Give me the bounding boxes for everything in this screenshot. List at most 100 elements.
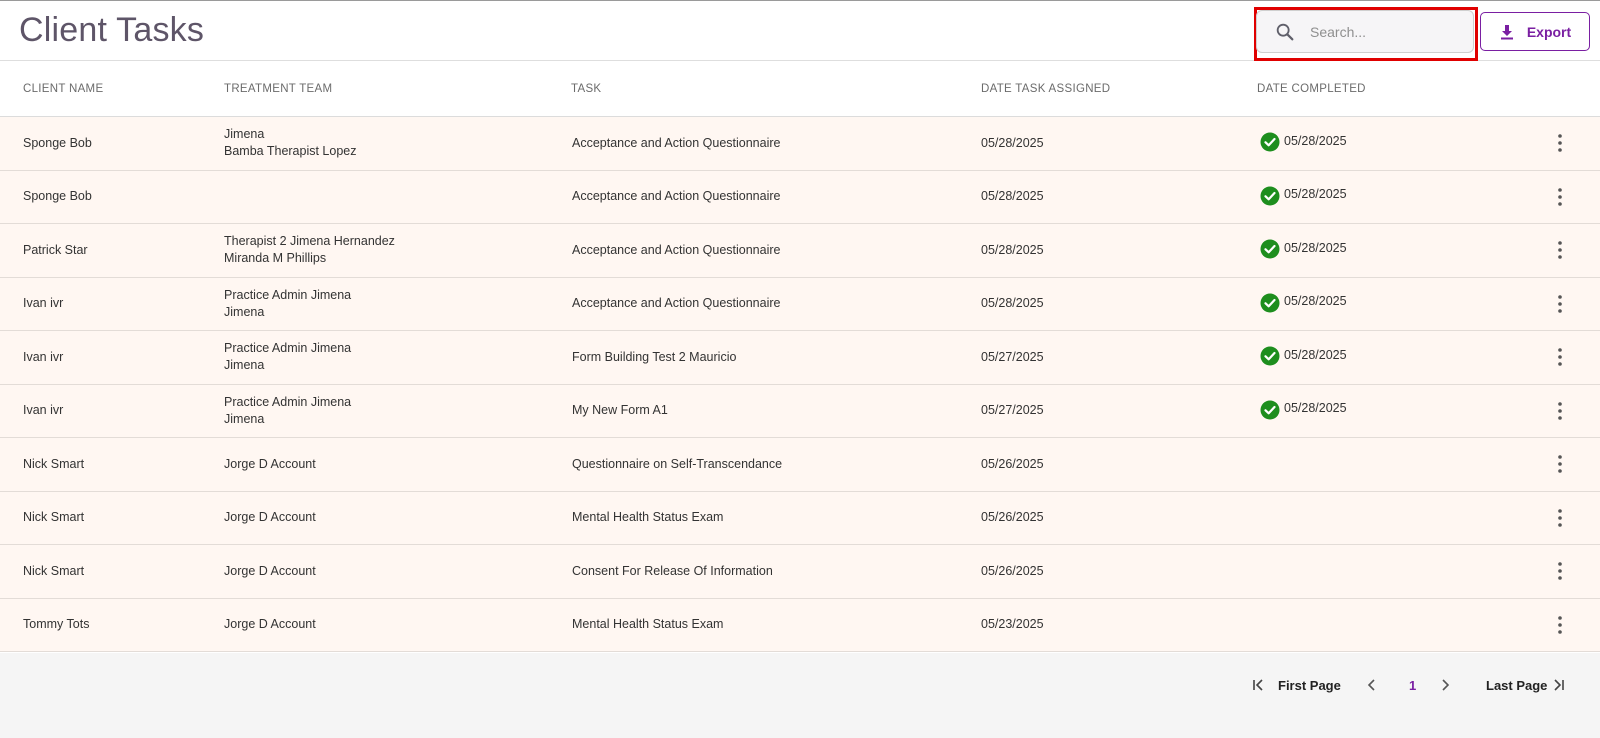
task-name[interactable]: Form Building Test 2 Mauricio	[572, 349, 736, 366]
download-icon	[1500, 24, 1513, 39]
column-header-client-name[interactable]: CLIENT NAME	[23, 83, 103, 95]
team-member: Bamba Therapist Lopez	[224, 144, 357, 159]
table-row[interactable]: Ivan ivr Practice Admin Jimena Jimena My …	[0, 384, 1600, 438]
more-vertical-icon	[1558, 294, 1562, 313]
task-name[interactable]: Mental Health Status Exam	[572, 616, 723, 633]
more-vertical-icon	[1558, 348, 1562, 367]
date-completed-cell: 05/28/2025	[1260, 117, 1347, 170]
date-assigned: 05/28/2025	[981, 135, 1044, 150]
task-name[interactable]: Acceptance and Action Questionnaire	[572, 295, 780, 312]
task-cell: Form Building Test 2 Mauricio	[572, 331, 736, 384]
table-row[interactable]: Sponge Bob Jimena Bamba Therapist Lopez A…	[0, 117, 1600, 171]
more-vertical-icon	[1558, 134, 1562, 153]
team-member: Jorge D Account	[224, 456, 316, 471]
treatment-team-cell: Jorge D Account	[224, 492, 316, 545]
date-assigned: 05/27/2025	[981, 349, 1044, 364]
task-name[interactable]: Acceptance and Action Questionnaire	[572, 188, 780, 205]
client-name[interactable]: Sponge Bob	[23, 188, 92, 205]
date-assigned-cell: 05/26/2025	[981, 545, 1044, 598]
client-name-cell: Nick Smart	[23, 438, 84, 491]
client-name[interactable]: Nick Smart	[23, 456, 84, 473]
team-member: Miranda M Phillips	[224, 251, 327, 266]
table-header: CLIENT NAME TREATMENT TEAM TASK DATE TAS…	[0, 62, 1600, 117]
more-vertical-icon	[1558, 401, 1562, 420]
column-header-date-completed[interactable]: DATE COMPLETED	[1257, 83, 1366, 95]
table-row[interactable]: Nick Smart Jorge D Account Mental Health…	[0, 491, 1600, 545]
table-row[interactable]: Sponge Bob Acceptance and Action Questio…	[0, 170, 1600, 224]
chevron-right-icon	[1442, 679, 1450, 691]
table-row[interactable]: Ivan ivr Practice Admin Jimena Jimena For…	[0, 331, 1600, 385]
task-name[interactable]: Consent For Release Of Information	[572, 563, 773, 580]
row-actions-button[interactable]	[1548, 385, 1572, 438]
client-name-cell: Nick Smart	[23, 545, 84, 598]
treatment-team-cell: Jorge D Account	[224, 438, 316, 491]
row-actions-button[interactable]	[1548, 331, 1572, 384]
column-header-date-assigned[interactable]: DATE TASK ASSIGNED	[981, 83, 1110, 95]
team-member: Jimena	[224, 304, 265, 319]
client-name[interactable]: Patrick Star	[23, 242, 88, 259]
search-icon	[1276, 23, 1294, 40]
date-completed: 05/28/2025	[1284, 240, 1347, 255]
date-assigned: 05/26/2025	[981, 563, 1044, 578]
task-cell: Mental Health Status Exam	[572, 599, 723, 652]
client-tasks-table: CLIENT NAME TREATMENT TEAM TASK DATE TAS…	[0, 62, 1600, 652]
client-name[interactable]: Nick Smart	[23, 563, 84, 580]
team-member: Practice Admin Jimena	[224, 341, 352, 356]
task-cell: Acceptance and Action Questionnaire	[572, 117, 780, 170]
first-page-button[interactable]: First Page	[1252, 673, 1341, 697]
table-row[interactable]: Patrick Star Therapist 2 Jimena Hernande…	[0, 224, 1600, 278]
client-name[interactable]: Ivan ivr	[23, 349, 63, 366]
table-row[interactable]: Nick Smart Jorge D Account Consent For R…	[0, 545, 1600, 599]
row-actions-button[interactable]	[1548, 171, 1572, 224]
pagination-footer: First Page 1 Last Page	[0, 653, 1600, 738]
next-page-button[interactable]	[1438, 673, 1452, 697]
row-actions-button[interactable]	[1548, 438, 1572, 491]
client-name-cell: Ivan ivr	[23, 278, 63, 331]
task-name[interactable]: Questionnaire on Self-Transcendance	[572, 456, 782, 473]
last-page-label: Last Page	[1486, 677, 1548, 693]
task-cell: My New Form A1	[572, 385, 668, 438]
page-number-1[interactable]: 1	[1409, 673, 1416, 697]
row-actions-button[interactable]	[1548, 278, 1572, 331]
last-page-button[interactable]: Last Page	[1486, 673, 1565, 697]
task-name[interactable]: My New Form A1	[572, 402, 668, 419]
client-name[interactable]: Ivan ivr	[23, 295, 63, 312]
task-cell: Acceptance and Action Questionnaire	[572, 171, 780, 224]
team-member: Jorge D Account	[224, 563, 316, 578]
date-assigned-cell: 05/26/2025	[981, 438, 1044, 491]
team-member: Jorge D Account	[224, 617, 316, 632]
team-member: Jorge D Account	[224, 510, 316, 525]
row-actions-button[interactable]	[1548, 492, 1572, 545]
table-row[interactable]: Nick Smart Jorge D Account Questionnaire…	[0, 438, 1600, 492]
row-actions-button[interactable]	[1548, 117, 1572, 170]
task-cell: Acceptance and Action Questionnaire	[572, 278, 780, 331]
treatment-team-cell: Practice Admin Jimena Jimena	[224, 278, 351, 331]
search-box[interactable]	[1256, 10, 1474, 53]
column-header-treatment-team[interactable]: TREATMENT TEAM	[224, 83, 332, 95]
client-name[interactable]: Nick Smart	[23, 509, 84, 526]
client-name[interactable]: Ivan ivr	[23, 402, 63, 419]
row-actions-button[interactable]	[1548, 599, 1572, 652]
client-name-cell: Nick Smart	[23, 492, 84, 545]
more-vertical-icon	[1558, 455, 1562, 474]
team-member: Jimena	[224, 411, 265, 426]
date-assigned-cell: 05/28/2025	[981, 117, 1044, 170]
client-name-cell: Sponge Bob	[23, 117, 92, 170]
table-row[interactable]: Tommy Tots Jorge D Account Mental Health…	[0, 598, 1600, 652]
client-name[interactable]: Tommy Tots	[23, 616, 89, 633]
client-name-cell: Ivan ivr	[23, 331, 63, 384]
check-circle-icon	[1260, 132, 1280, 152]
table-row[interactable]: Ivan ivr Practice Admin Jimena Jimena Acc…	[0, 277, 1600, 331]
client-name[interactable]: Sponge Bob	[23, 135, 92, 152]
date-completed-cell: 05/28/2025	[1260, 278, 1347, 331]
export-button[interactable]: Export	[1480, 12, 1590, 51]
task-name[interactable]: Acceptance and Action Questionnaire	[572, 242, 780, 259]
search-input[interactable]	[1310, 23, 1460, 40]
row-actions-button[interactable]	[1548, 224, 1572, 277]
row-actions-button[interactable]	[1548, 545, 1572, 598]
date-assigned: 05/26/2025	[981, 456, 1044, 471]
task-name[interactable]: Mental Health Status Exam	[572, 509, 723, 526]
column-header-task[interactable]: TASK	[571, 83, 601, 95]
task-name[interactable]: Acceptance and Action Questionnaire	[572, 135, 780, 152]
previous-page-button[interactable]	[1365, 673, 1379, 697]
